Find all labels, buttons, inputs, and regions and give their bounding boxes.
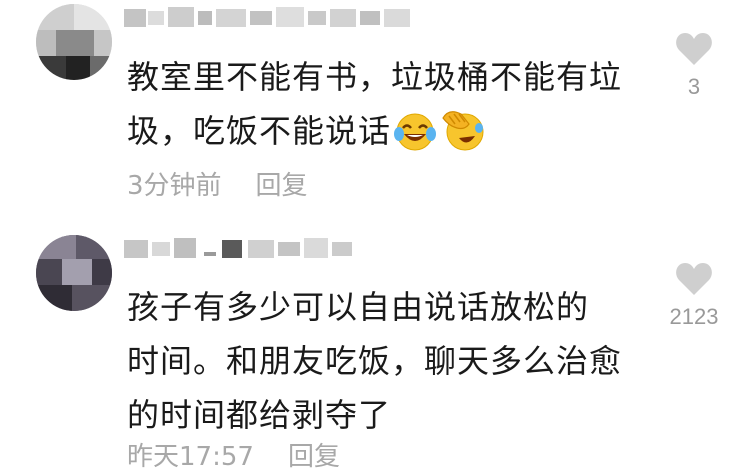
comment-text: 孩子有多少可以自由说话放松的 时间。和朋友吃饭，聊天多么治愈 的时间都给剥夺了 <box>127 280 647 442</box>
comment-text: 教室里不能有书，垃圾桶不能有垃 圾，吃饭不能说话 <box>127 50 647 168</box>
crying-laughing-emoji-icon <box>393 112 437 168</box>
comment-list: 教室里不能有书，垃圾桶不能有垃 圾，吃饭不能说话 3分钟前 回复 3 孩子有多少… <box>0 0 735 475</box>
like-button[interactable]: 3 <box>654 32 734 100</box>
comment-time: 3分钟前 <box>127 171 222 201</box>
username-blurred[interactable] <box>124 236 354 262</box>
reply-button[interactable]: 回复 <box>256 171 308 201</box>
comment-text-fragment: 圾，吃饭不能说话 <box>127 112 392 150</box>
comment-item: 孩子有多少可以自由说话放松的 时间。和朋友吃饭，聊天多么治愈 的时间都给剥夺了 … <box>0 222 735 475</box>
reply-button[interactable]: 回复 <box>288 442 340 472</box>
comment-text-line: 教室里不能有书，垃圾桶不能有垃 <box>127 58 623 96</box>
comment-meta: 3分钟前 回复 <box>127 165 308 202</box>
comment-text-line: 孩子有多少可以自由说话放松的 <box>127 288 590 326</box>
comment-item: 教室里不能有书，垃圾桶不能有垃 圾，吃饭不能说话 3分钟前 回复 3 <box>0 0 735 222</box>
comment-time: 昨天17:57 <box>127 442 254 472</box>
comment-text-line: 时间。和朋友吃饭，聊天多么治愈 <box>127 342 623 380</box>
like-count: 3 <box>687 74 701 99</box>
heart-icon[interactable] <box>675 262 713 296</box>
facepalm-laughing-emoji-icon <box>439 108 487 168</box>
heart-icon[interactable] <box>675 32 713 66</box>
like-button[interactable]: 2123 <box>654 262 734 330</box>
comment-text-line: 的时间都给剥夺了 <box>127 396 392 434</box>
avatar[interactable] <box>36 235 112 311</box>
avatar[interactable] <box>36 4 112 80</box>
comment-text-line: 圾，吃饭不能说话 <box>127 104 647 168</box>
comment-meta: 昨天17:57 回复 <box>127 436 340 473</box>
username-blurred[interactable] <box>124 5 414 31</box>
like-count: 2123 <box>669 304 719 329</box>
